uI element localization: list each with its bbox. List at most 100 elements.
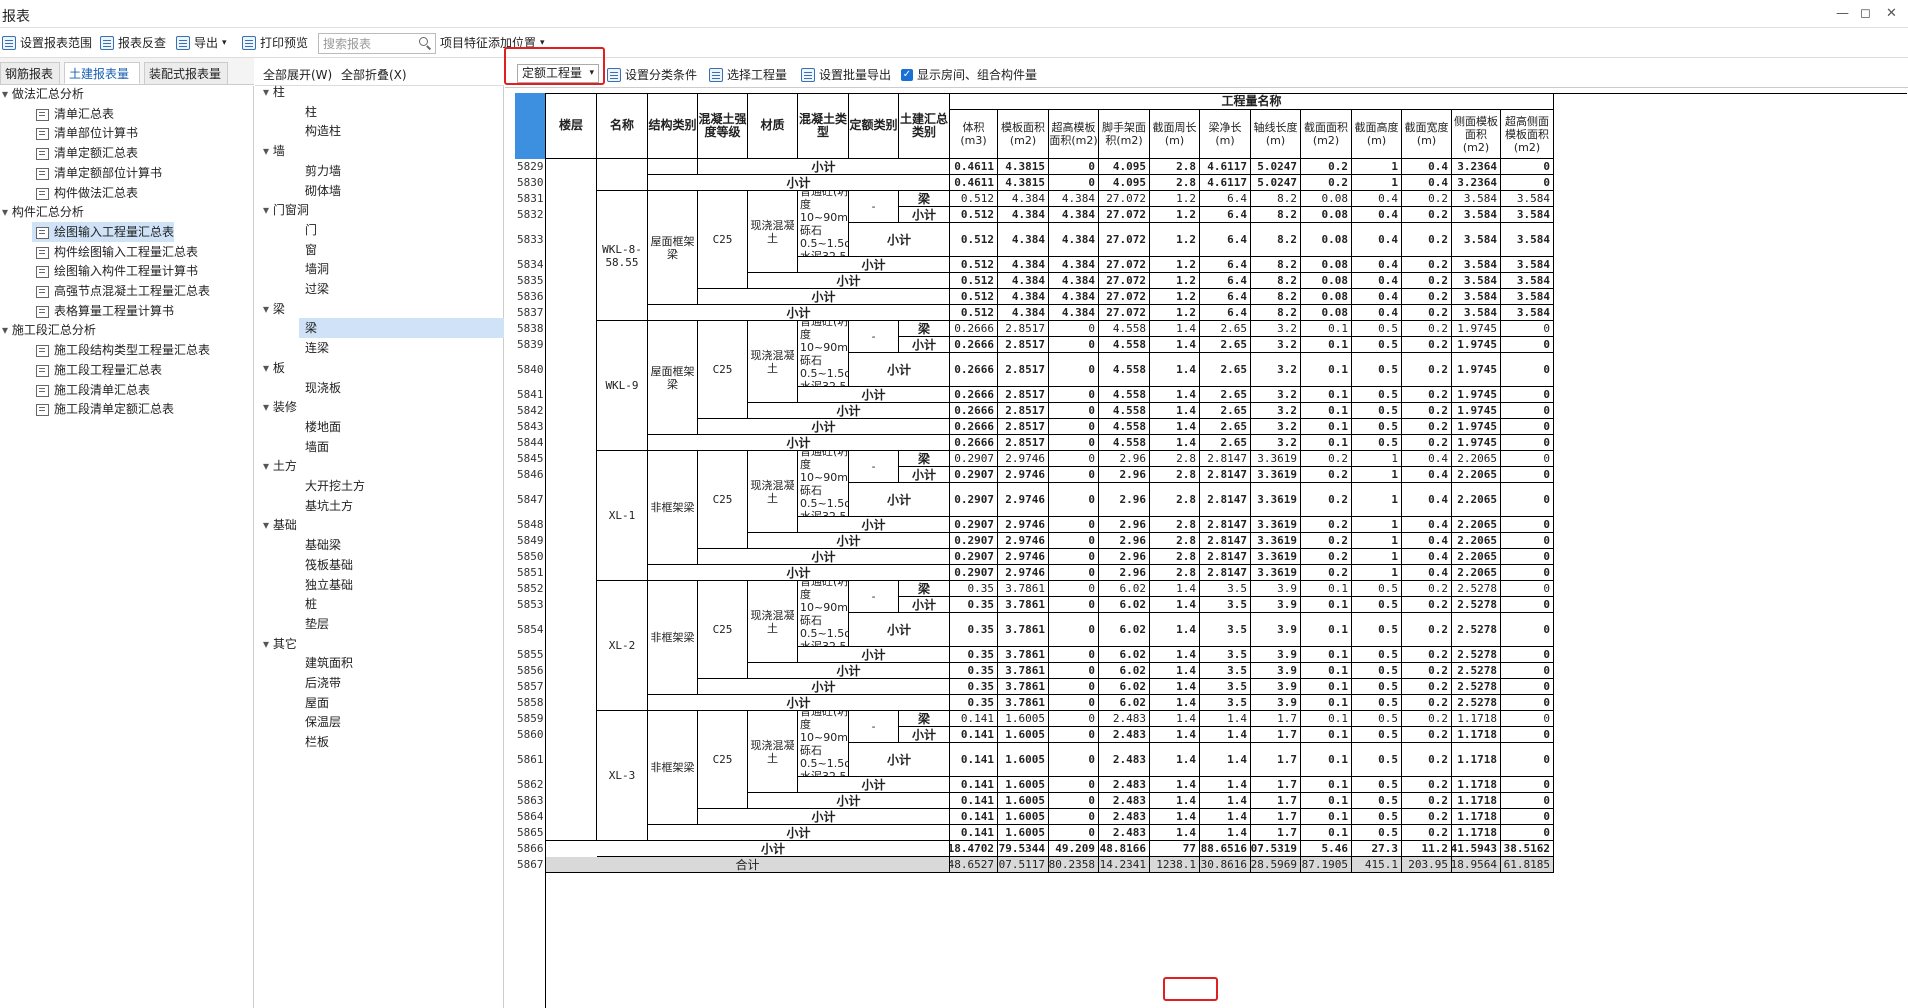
- value-cell: 0.5: [1352, 663, 1402, 679]
- value-cell: 0: [1049, 777, 1099, 793]
- component-item[interactable]: 桩: [299, 594, 504, 614]
- component-item[interactable]: 门: [299, 220, 504, 240]
- value-cell: 80.2358: [1049, 857, 1099, 873]
- component-item[interactable]: 过梁: [299, 279, 504, 299]
- report-item[interactable]: 构件做法汇总表: [32, 183, 138, 203]
- component-group[interactable]: 其它: [263, 634, 297, 654]
- component-group[interactable]: 基础: [263, 515, 297, 535]
- row-number: 5838: [517, 322, 544, 335]
- component-group[interactable]: 墙: [263, 141, 285, 161]
- value-cell: 1.4: [1150, 793, 1200, 809]
- component-item[interactable]: 基坑土方: [299, 496, 504, 516]
- minimize-icon[interactable]: —: [1836, 6, 1849, 21]
- component-item[interactable]: 梁: [299, 318, 504, 339]
- concrete-grade: C25: [698, 191, 748, 289]
- tab-civil[interactable]: 土建报表量: [64, 62, 140, 84]
- print-icon: [242, 36, 256, 50]
- report-item[interactable]: 清单定额部位计算书: [32, 163, 162, 183]
- report-item[interactable]: 高强节点混凝土工程量汇总表: [32, 281, 210, 301]
- report-item[interactable]: 表格算量工程量计算书: [32, 301, 174, 321]
- component-item[interactable]: 保温层: [299, 712, 504, 732]
- component-item[interactable]: 筏板基础: [299, 555, 504, 575]
- set-range-button[interactable]: 设置报表范围: [2, 34, 92, 52]
- tree-group[interactable]: 做法汇总分析: [2, 84, 84, 104]
- component-item[interactable]: 栏板: [299, 732, 504, 752]
- value-cell: 0.512: [950, 191, 998, 207]
- batch-export-button[interactable]: 设置批量导出: [801, 66, 891, 84]
- component-item[interactable]: 剪力墙: [299, 161, 504, 181]
- component-group[interactable]: 板: [263, 358, 285, 378]
- search-icon[interactable]: [419, 37, 428, 46]
- value-cell: 0.4: [1352, 223, 1402, 257]
- component-item[interactable]: 建筑面积: [299, 653, 504, 673]
- component-item[interactable]: 大开挖土方: [299, 476, 504, 496]
- component-group[interactable]: 土方: [263, 456, 297, 476]
- value-cell: 0.4: [1352, 207, 1402, 223]
- report-item[interactable]: 构件绘图输入工程量汇总表: [32, 242, 198, 262]
- component-item[interactable]: 窗: [299, 240, 504, 260]
- set-classify-button[interactable]: 设置分类条件: [607, 66, 697, 84]
- value-cell: 0.1: [1301, 743, 1352, 777]
- tree-group[interactable]: 构件汇总分析: [2, 202, 84, 222]
- value-cell: 3.5: [1200, 663, 1251, 679]
- row-number: 5835: [517, 274, 544, 287]
- search-input[interactable]: [318, 33, 436, 54]
- component-item[interactable]: 墙洞: [299, 259, 504, 279]
- print-preview-button[interactable]: 打印预览: [242, 34, 308, 52]
- select-quantity-button[interactable]: 选择工程量: [709, 66, 787, 84]
- restore-icon[interactable]: ◻: [1860, 6, 1871, 21]
- component-group[interactable]: 柱: [263, 82, 285, 102]
- report-review-button[interactable]: 报表反查: [100, 34, 166, 52]
- value-cell: 77: [1150, 841, 1200, 857]
- value-cell: 2.96: [1099, 533, 1150, 549]
- component-group[interactable]: 梁: [263, 299, 285, 319]
- component-item[interactable]: 楼地面: [299, 417, 504, 437]
- value-cell: 0.2: [1402, 793, 1452, 809]
- report-item[interactable]: 清单部位计算书: [32, 123, 138, 143]
- value-cell: 1.9745: [1452, 387, 1501, 403]
- report-item[interactable]: 施工段结构类型工程量汇总表: [32, 340, 210, 360]
- component-item[interactable]: 垫层: [299, 614, 504, 634]
- value-cell: 1.4: [1200, 809, 1251, 825]
- close-icon[interactable]: ✕: [1886, 6, 1897, 21]
- value-cell: 2.8: [1150, 533, 1200, 549]
- show-rooms-checkbox[interactable]: ✓ 显示房间、组合构件量: [901, 66, 1037, 84]
- value-cell: 18.4702: [950, 841, 998, 857]
- value-cell: 0.4: [1402, 565, 1452, 581]
- value-cell: 0.2: [1402, 273, 1452, 289]
- component-group[interactable]: 装修: [263, 397, 297, 417]
- report-item[interactable]: 绘图输入工程量汇总表: [32, 221, 175, 242]
- component-item[interactable]: 砌体墙: [299, 181, 504, 201]
- export-button[interactable]: 导出 ▾: [176, 34, 227, 52]
- component-item[interactable]: 墙面: [299, 437, 504, 457]
- report-item[interactable]: 施工段清单定额汇总表: [32, 399, 174, 419]
- component-item[interactable]: 连梁: [299, 338, 504, 358]
- component-group[interactable]: 门窗洞: [263, 200, 309, 220]
- value-cell: 0.5: [1352, 679, 1402, 695]
- collapse-all-button[interactable]: 全部折叠(X): [341, 66, 407, 84]
- report-item[interactable]: 清单定额汇总表: [32, 143, 138, 163]
- component-item[interactable]: 构造柱: [299, 121, 504, 141]
- report-item[interactable]: 施工段工程量汇总表: [32, 360, 162, 380]
- value-cell: 0.5: [1352, 435, 1402, 451]
- value-cell: 0.2: [1301, 175, 1352, 191]
- value-cell: 2.8517: [998, 387, 1049, 403]
- report-item[interactable]: 绘图输入构件工程量计算书: [32, 261, 198, 281]
- value-cell: 3.2364: [1452, 175, 1501, 191]
- report-item[interactable]: 施工段清单汇总表: [32, 380, 150, 400]
- value-cell: 8214.2341: [1099, 857, 1150, 873]
- component-item[interactable]: 后浇带: [299, 673, 504, 693]
- tab-rebar[interactable]: 钢筋报表量: [0, 62, 60, 103]
- checkbox-checked-icon: ✓: [901, 69, 913, 81]
- tab-prefab[interactable]: 装配式报表量: [144, 62, 228, 84]
- component-item[interactable]: 柱: [299, 102, 504, 122]
- component-item[interactable]: 独立基础: [299, 575, 504, 595]
- value-cell: 2.5278: [1452, 679, 1501, 695]
- value-cell: 0.2666: [950, 387, 998, 403]
- tree-group[interactable]: 施工段汇总分析: [2, 320, 96, 340]
- component-item[interactable]: 屋面: [299, 693, 504, 713]
- struct-type: 屋面框架梁: [648, 321, 698, 435]
- component-item[interactable]: 基础梁: [299, 535, 504, 555]
- component-item[interactable]: 现浇板: [299, 378, 504, 398]
- report-item[interactable]: 清单汇总表: [32, 104, 114, 124]
